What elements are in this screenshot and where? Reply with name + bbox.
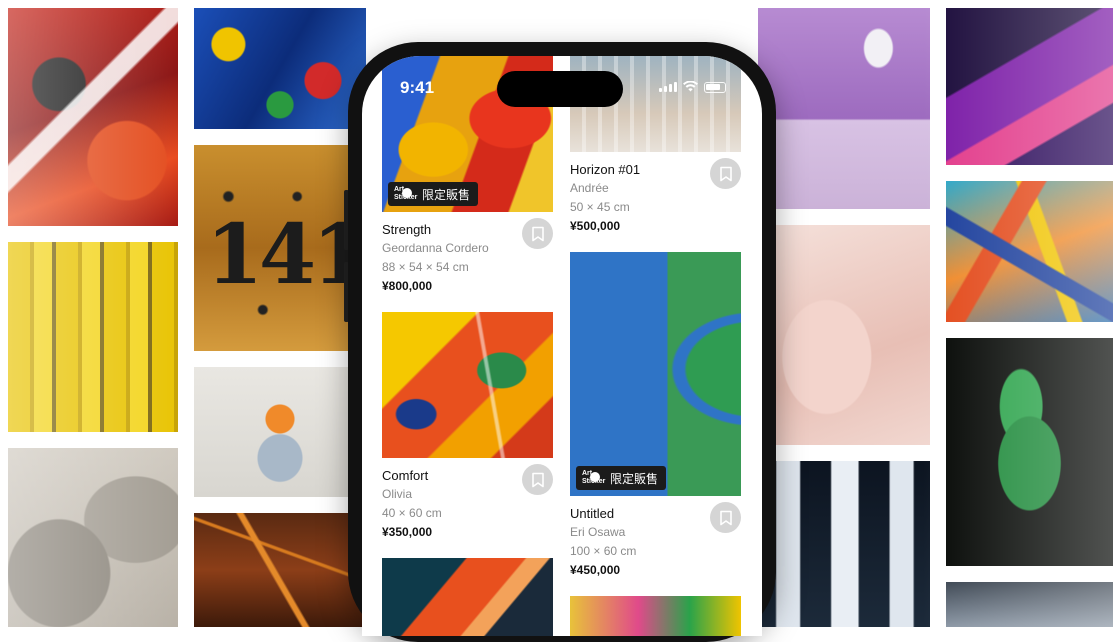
artwork-tile	[946, 582, 1113, 627]
bookmark-icon	[531, 226, 544, 241]
tile-number-text: 141	[206, 207, 366, 303]
artwork-card-info: Comfort Olivia 40 × 60 cm ¥350,000	[382, 458, 553, 542]
artwork-tile	[194, 8, 366, 129]
bookmark-button[interactable]	[522, 464, 553, 495]
signal-icon	[659, 82, 677, 92]
artwork-tile: 141	[194, 145, 366, 351]
badge-label: 限定販售	[422, 187, 471, 202]
bookmark-button[interactable]	[710, 158, 741, 189]
phone-screen: 9:41 Art Sticker 限定販售 Strength Geordanna…	[362, 56, 762, 636]
status-icons	[659, 80, 726, 94]
bookmark-button[interactable]	[710, 502, 741, 533]
artwork-tile	[946, 181, 1113, 322]
artwork-tile	[194, 513, 366, 627]
artwork-size: 40 × 60 cm	[382, 506, 442, 520]
artwork-image-next[interactable]	[382, 558, 553, 636]
artwork-price: ¥800,000	[382, 279, 433, 293]
artwork-tile	[8, 448, 178, 627]
artwork-price: ¥500,000	[570, 219, 621, 233]
bookmark-button[interactable]	[522, 218, 553, 249]
bookmark-icon	[719, 510, 732, 525]
artwork-size: 100 × 60 cm	[570, 544, 637, 558]
bookmark-icon	[531, 472, 544, 487]
limited-sale-badge: Art Sticker 限定販售	[576, 466, 667, 490]
artwork-tile	[194, 367, 366, 497]
artwork-tile	[946, 338, 1113, 566]
artwork-feed-left-column: Art Sticker 限定販售 Strength Geordanna Cord…	[382, 56, 553, 636]
artwork-image-bottom[interactable]	[570, 596, 741, 636]
artwork-tile	[946, 8, 1113, 165]
badge-label: 限定販售	[610, 471, 659, 486]
artwork-price: ¥450,000	[570, 563, 621, 577]
artwork-size: 50 × 45 cm	[570, 200, 630, 214]
artwork-feed-right-column: Horizon #01 Andrée 50 × 45 cm ¥500,000 A…	[570, 56, 741, 636]
artwork-tile	[758, 461, 930, 627]
artwork-card-info: Horizon #01 Andrée 50 × 45 cm ¥500,000	[570, 152, 741, 236]
artwork-size: 88 × 54 × 54 cm	[382, 260, 469, 274]
artwork-card-info: Untitled Eri Osawa 100 × 60 cm ¥450,000	[570, 496, 741, 580]
artwork-tile	[8, 8, 178, 226]
artwork-tile	[758, 8, 930, 209]
battery-icon	[704, 81, 726, 93]
artwork-image-untitled[interactable]: Art Sticker 限定販售	[570, 252, 741, 496]
artwork-price: ¥350,000	[382, 525, 433, 539]
wifi-icon	[683, 80, 698, 94]
art-sticker-logo-icon: Art Sticker	[582, 470, 605, 486]
artwork-tile	[8, 242, 178, 432]
artwork-image-comfort[interactable]	[382, 312, 553, 458]
artwork-card-info: Strength Geordanna Cordero 88 × 54 × 54 …	[382, 212, 553, 296]
limited-sale-badge: Art Sticker 限定販售	[388, 182, 479, 206]
art-sticker-logo-icon: Art Sticker	[394, 186, 417, 202]
bookmark-icon	[719, 166, 732, 181]
artwork-tile	[758, 225, 930, 445]
status-time: 9:41	[400, 78, 435, 97]
dynamic-island	[497, 71, 623, 107]
